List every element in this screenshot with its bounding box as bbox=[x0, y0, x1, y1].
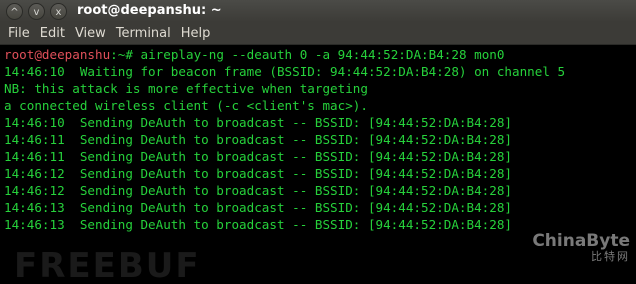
menu-terminal[interactable]: Terminal bbox=[115, 26, 172, 41]
output-line: NB: this attack is more effective when t… bbox=[4, 81, 368, 96]
output-line: 14:46:13 Sending DeAuth to broadcast -- … bbox=[4, 217, 512, 232]
menu-edit[interactable]: Edit bbox=[39, 26, 66, 41]
title-bar[interactable]: ^ v x root@deepanshu: ~ bbox=[0, 0, 636, 22]
freebuf-watermark: FREEBUF bbox=[14, 246, 201, 284]
menu-help[interactable]: Help bbox=[180, 26, 212, 41]
prompt-path: :~# bbox=[110, 47, 141, 62]
output-line: 14:46:10 Sending DeAuth to broadcast -- … bbox=[4, 115, 512, 130]
chevron-up-icon[interactable]: ^ bbox=[6, 2, 23, 20]
output-line: 14:46:11 Sending DeAuth to broadcast -- … bbox=[4, 132, 512, 147]
menu-bar: File Edit View Terminal Help bbox=[0, 22, 636, 45]
menu-view[interactable]: View bbox=[74, 26, 107, 41]
prompt-user: root@deepanshu bbox=[4, 47, 111, 62]
output-line: 14:46:10 Waiting for beacon frame (BSSID… bbox=[4, 64, 566, 79]
window-title: root@deepanshu: ~ bbox=[77, 3, 222, 18]
menu-file[interactable]: File bbox=[7, 26, 31, 41]
command-line: root@deepanshu:~# aireplay-ng --deauth 0… bbox=[4, 46, 504, 63]
chinabyte-watermark: ChinaByte 比特网 bbox=[532, 232, 630, 263]
output-line: 14:46:11 Sending DeAuth to broadcast -- … bbox=[4, 149, 512, 164]
chevron-down-icon[interactable]: v bbox=[28, 2, 45, 20]
output-line: 14:46:12 Sending DeAuth to broadcast -- … bbox=[4, 166, 512, 181]
command-text: aireplay-ng --deauth 0 -a 94:44:52:DA:B4… bbox=[140, 47, 505, 62]
chinabyte-sub-text: 比特网 bbox=[591, 250, 630, 263]
output-line: 14:46:13 Sending DeAuth to broadcast -- … bbox=[4, 200, 512, 215]
terminal-window: ^ v x root@deepanshu: ~ File Edit View T… bbox=[0, 0, 636, 284]
close-icon[interactable]: x bbox=[50, 2, 67, 20]
output-line: 14:46:12 Sending DeAuth to broadcast -- … bbox=[4, 183, 512, 198]
output-line: a connected wireless client (-c <client'… bbox=[4, 98, 368, 113]
chinabyte-logo-text: ChinaByte bbox=[532, 231, 630, 251]
